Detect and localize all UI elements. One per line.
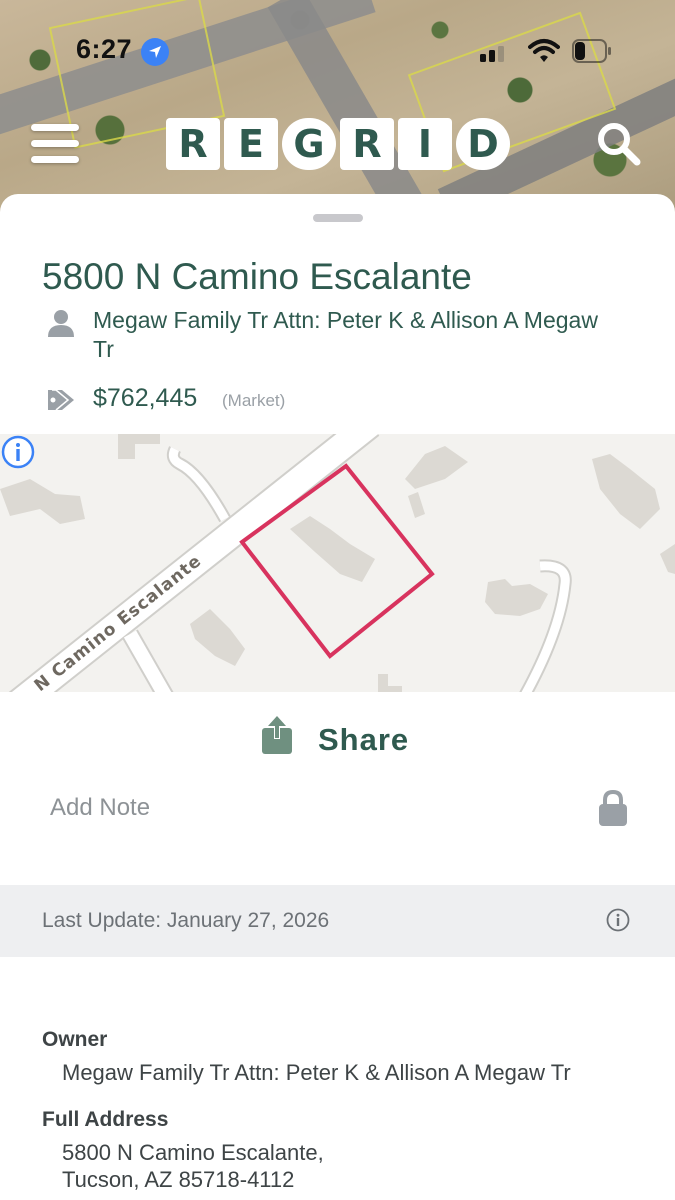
sheet-grab-handle[interactable]	[313, 214, 363, 222]
status-bar: 6:27	[0, 34, 675, 70]
search-icon[interactable]	[595, 120, 643, 168]
parcel-detail-sheet: 5800 N Camino Escalante Megaw Family Tr …	[0, 194, 675, 1200]
location-arrow-icon	[141, 38, 169, 66]
full-address-line2: Tucson, AZ 85718-4112	[62, 1167, 295, 1192]
last-update-text: Last Update: January 27, 2026	[42, 909, 330, 932]
market-value-note: (Market)	[222, 391, 286, 410]
parcel-map[interactable]: N Camino Escalante	[0, 434, 675, 692]
map-street-label: N Camino Escalante	[31, 551, 206, 692]
owner-name: Megaw Family Tr Attn: Peter K & Allison …	[93, 307, 598, 362]
lock-icon[interactable]	[598, 789, 628, 827]
owner-label: Owner	[42, 1028, 108, 1051]
person-icon	[48, 310, 74, 337]
owner-value: Megaw Family Tr Attn: Peter K & Allison …	[62, 1060, 571, 1085]
full-address-label: Full Address	[42, 1108, 169, 1131]
wifi-icon	[528, 39, 560, 62]
last-update-bar: Last Update: January 27, 2026	[0, 885, 675, 957]
battery-icon	[572, 39, 611, 63]
cellular-signal-icon	[480, 46, 504, 62]
regrid-logo: R E G R I D	[166, 118, 510, 172]
share-icon	[262, 716, 292, 754]
market-value: $762,445	[93, 384, 198, 412]
add-note-field[interactable]: Add Note	[50, 794, 150, 822]
parcel-address-title: 5800 N Camino Escalante	[42, 256, 472, 297]
price-tag-icon	[48, 389, 74, 411]
clock: 6:27	[76, 34, 133, 64]
map-info-icon[interactable]	[0, 434, 36, 470]
info-icon[interactable]	[606, 908, 630, 932]
hamburger-menu-icon[interactable]	[31, 124, 79, 164]
share-label: Share	[318, 722, 410, 757]
full-address-line1: 5800 N Camino Escalante,	[62, 1140, 324, 1165]
